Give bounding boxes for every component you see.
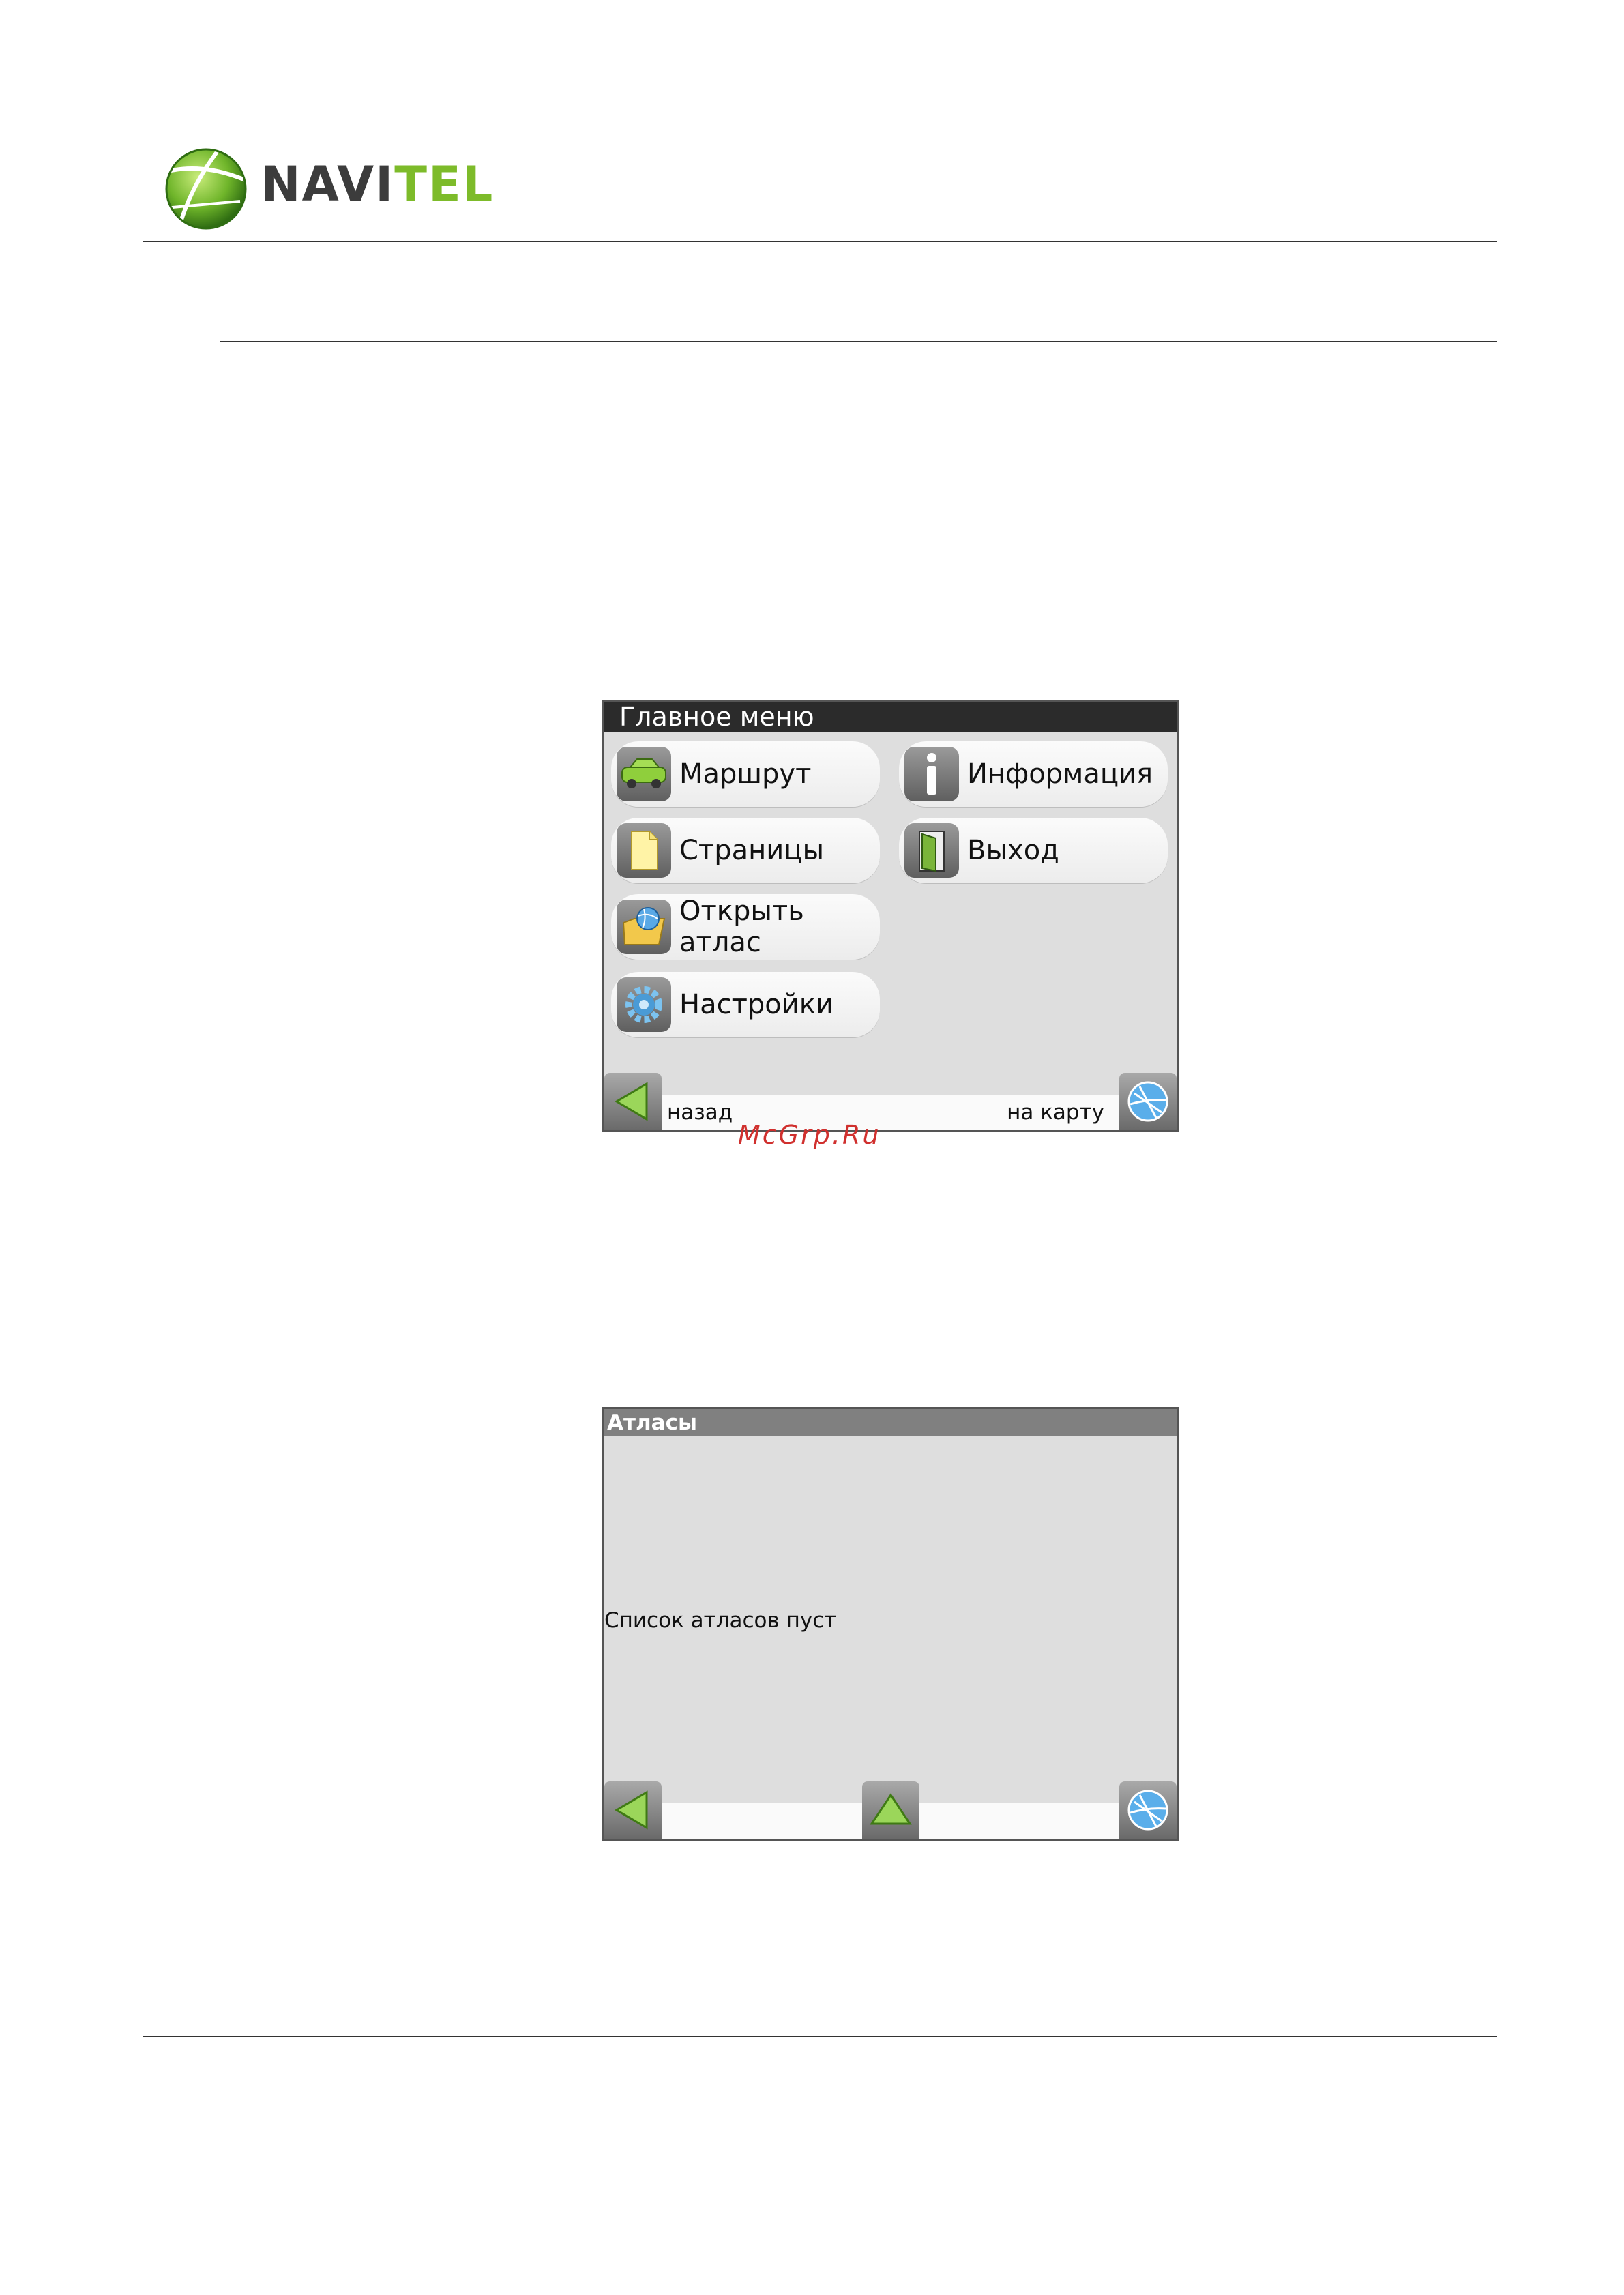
globe-map-icon (1127, 1081, 1168, 1122)
back-arrow-icon (615, 1082, 648, 1121)
car-icon (621, 758, 666, 788)
up-arrow-icon (870, 1793, 912, 1825)
to-map-button[interactable] (1119, 1781, 1177, 1839)
exit-door-icon (919, 831, 945, 872)
open-atlas-button[interactable]: Открыть атлас (611, 894, 880, 960)
information-label: Информация (967, 758, 1153, 790)
watermark-text: McGrp.Ru (738, 1120, 881, 1150)
exit-button[interactable]: Выход (899, 818, 1168, 883)
footer-rule (143, 2036, 1497, 2037)
pages-button[interactable]: Страницы (611, 818, 880, 883)
open-atlas-label: Открыть атлас (679, 895, 804, 958)
back-label: назад (667, 1100, 733, 1125)
back-button[interactable] (604, 1073, 662, 1130)
main-menu-screenshot: Главное меню Маршрут Информация Страницы… (602, 700, 1179, 1132)
atlases-title: Атласы (604, 1409, 1177, 1436)
globe-logo-icon (158, 138, 248, 230)
header-rule (143, 241, 1497, 242)
gear-icon (625, 986, 662, 1023)
up-button[interactable] (862, 1781, 919, 1839)
to-map-label: на карту (1007, 1100, 1104, 1125)
main-menu-title: Главное меню (604, 702, 1177, 732)
back-button[interactable] (604, 1781, 662, 1839)
exit-label: Выход (967, 835, 1059, 866)
back-arrow-icon (615, 1790, 648, 1830)
globe-map-icon (1127, 1790, 1168, 1831)
settings-label: Настройки (679, 989, 833, 1020)
route-label: Маршрут (679, 758, 812, 790)
open-atlas-icon (622, 907, 666, 945)
section-rule (220, 341, 1497, 342)
empty-atlas-list-message: Список атласов пуст (604, 1608, 837, 1633)
information-button[interactable]: Информация (899, 741, 1168, 807)
navitel-logo: NAVITEL (151, 133, 533, 242)
main-menu-bottom-bar: назад на карту (604, 1095, 1177, 1130)
settings-button[interactable]: Настройки (611, 972, 880, 1037)
info-icon (927, 753, 936, 795)
atlases-screenshot: Атласы Список атласов пуст (602, 1407, 1179, 1841)
page-icon (631, 831, 658, 870)
pages-label: Страницы (679, 835, 825, 866)
to-map-button[interactable] (1119, 1073, 1177, 1130)
brand-wordmark: NAVITEL (261, 156, 494, 212)
route-button[interactable]: Маршрут (611, 741, 880, 807)
